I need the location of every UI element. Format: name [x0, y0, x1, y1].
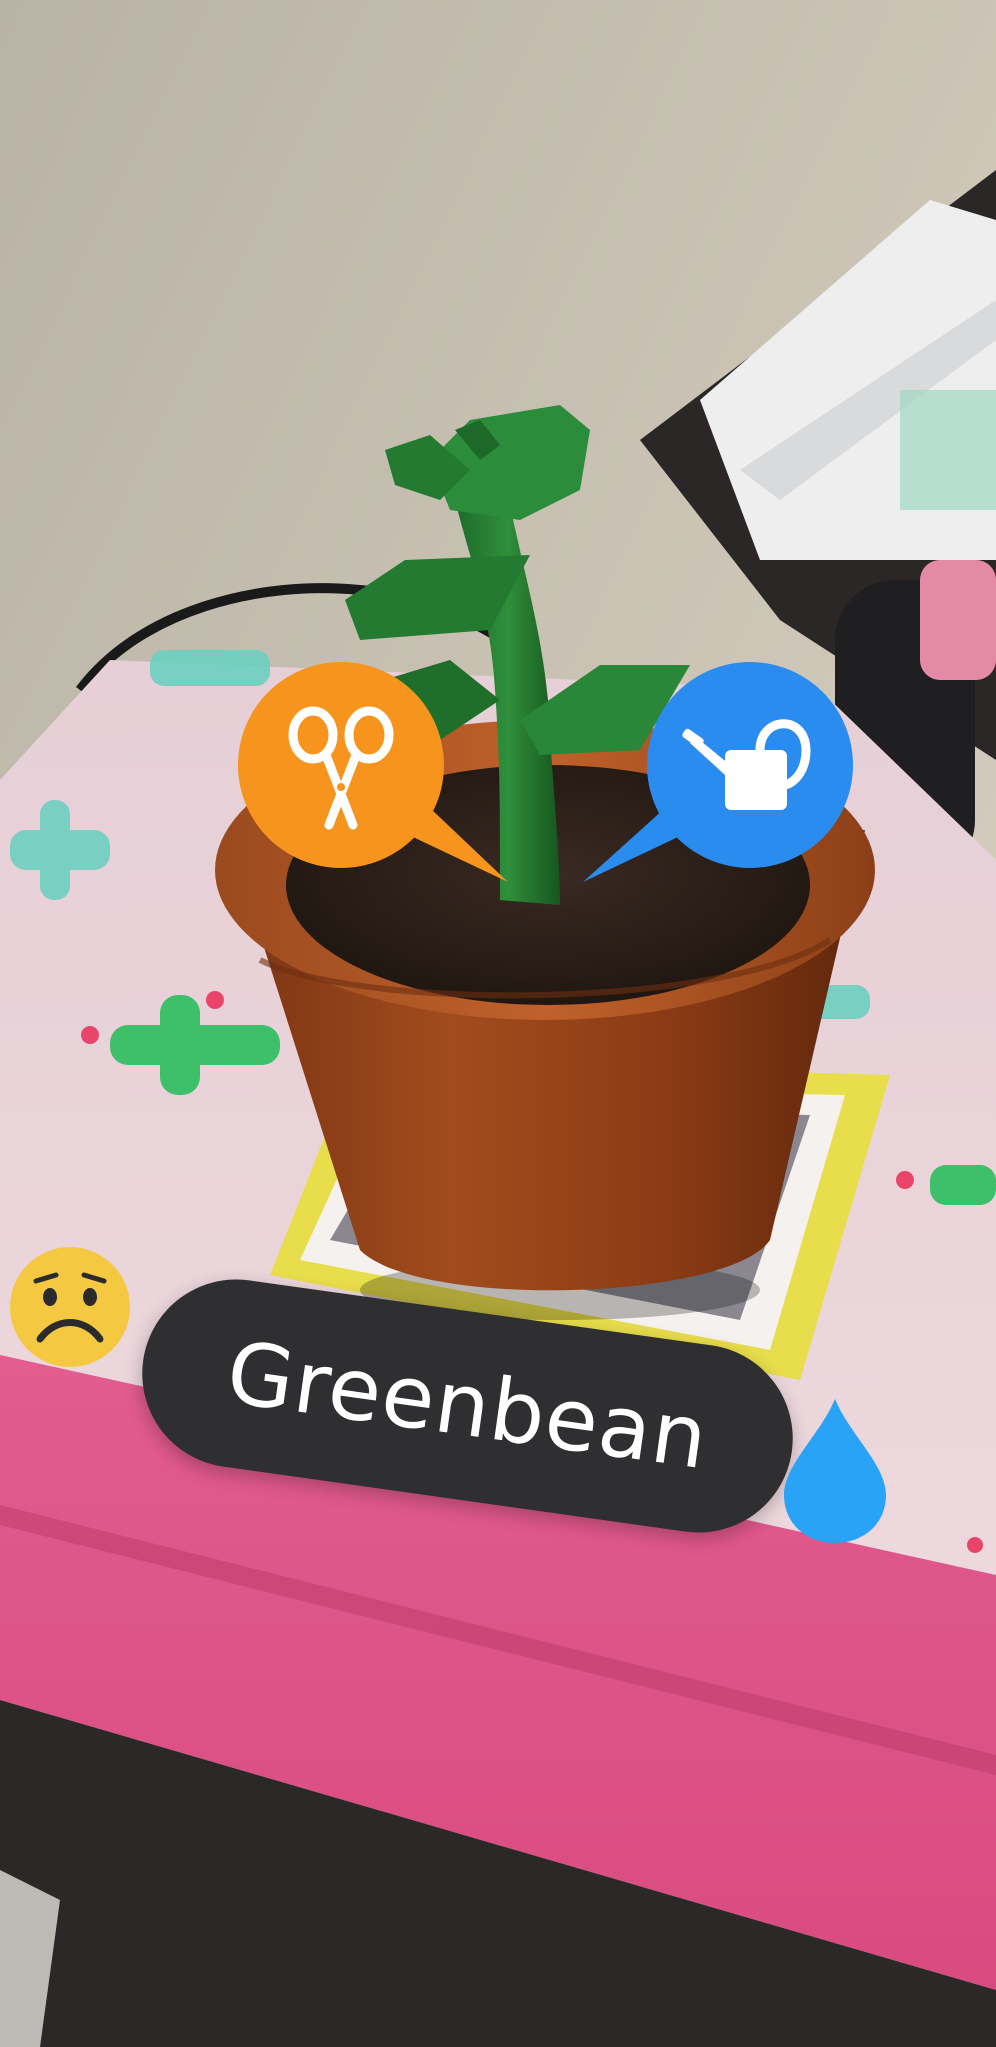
plant-name: Greenbean [220, 1322, 715, 1490]
watering-can-icon [682, 719, 811, 810]
mood-status [8, 1245, 132, 1369]
water-button[interactable] [575, 660, 855, 900]
scissors-icon [288, 706, 394, 830]
prune-button[interactable] [236, 660, 516, 900]
ar-camera-view [0, 0, 996, 2047]
sad-face-icon [10, 1247, 130, 1367]
water-drop-icon [784, 1399, 886, 1543]
thirst-status [780, 1395, 890, 1545]
